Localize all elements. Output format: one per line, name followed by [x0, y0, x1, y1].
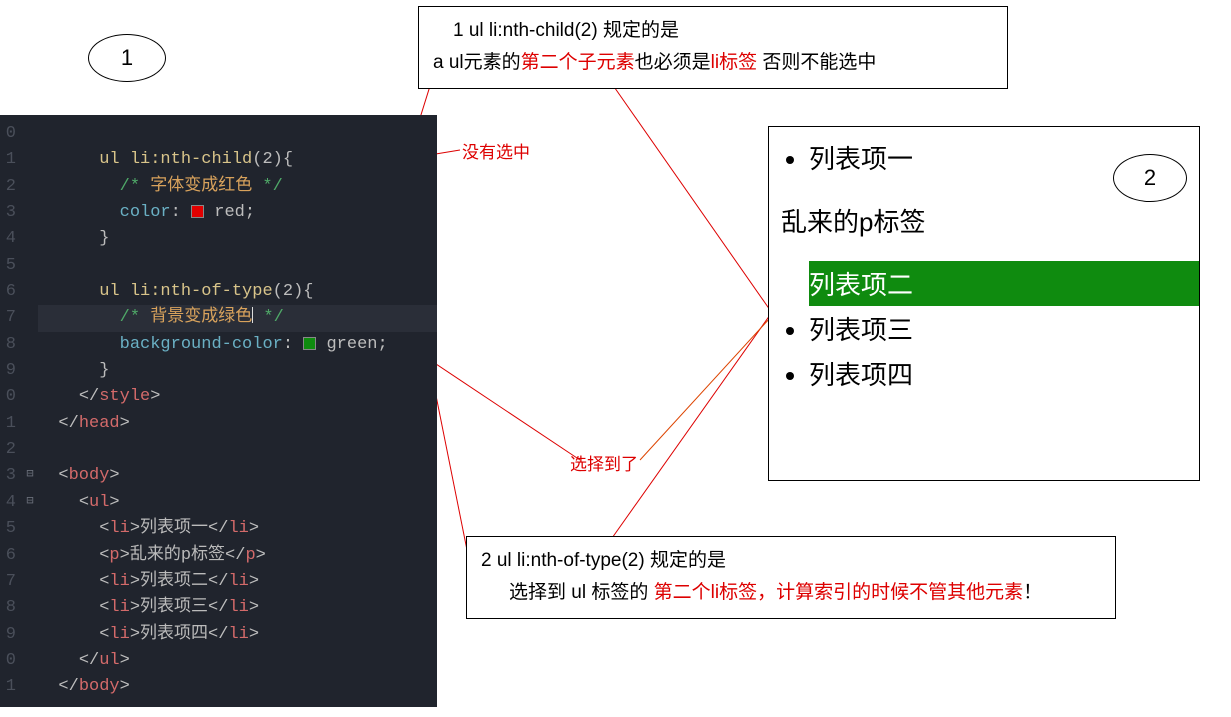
- note-bottom: 2 ul li:nth-of-type(2) 规定的是 选择到 ul 标签的 第…: [466, 536, 1116, 619]
- code-line: 8 <li>列表项三</li>: [0, 595, 437, 621]
- code-line: 1 ul li:nth-child(2){: [0, 147, 437, 173]
- code-line: 0 </style>: [0, 384, 437, 410]
- code-line: 9 }: [0, 358, 437, 384]
- code-line: 6 ul li:nth-of-type(2){: [0, 279, 437, 305]
- output-item-3: 列表项三: [809, 306, 1199, 351]
- output-p: 乱来的p标签: [781, 202, 1199, 239]
- badge-two: 2: [1113, 154, 1187, 202]
- code-line-active: 7 /* 背景变成绿色 */: [0, 305, 437, 331]
- note-top-line1: 1 ul li:nth-child(2) 规定的是: [433, 15, 993, 47]
- annotation-selected: 选择到了: [570, 450, 638, 475]
- annotation-not-selected: 没有选中: [462, 138, 530, 163]
- note-bottom-line2: 选择到 ul 标签的 第二个li标签，计算索引的时候不管其他元素！: [481, 577, 1101, 609]
- color-swatch-green: [303, 337, 316, 350]
- color-swatch-red: [191, 205, 204, 218]
- badge-one: 1: [88, 34, 166, 82]
- code-line: 2 /* 字体变成红色 */: [0, 174, 437, 200]
- badge-two-label: 2: [1144, 165, 1156, 191]
- output-item-2: 列表项二: [809, 261, 1199, 306]
- code-line: 1 </head>: [0, 411, 437, 437]
- code-line: 1 </body>: [0, 674, 437, 700]
- code-line: 0 </ul>: [0, 648, 437, 674]
- note-top-line2: a ul元素的第二个子元素也必须是li标签 否则不能选中: [433, 47, 993, 79]
- code-line: 3⊟ <body>: [0, 463, 437, 489]
- code-line: 6 <p>乱来的p标签</p>: [0, 543, 437, 569]
- output-list-cont: 列表项二 列表项三 列表项四: [769, 261, 1199, 396]
- code-line: 3 color: red;: [0, 200, 437, 226]
- code-line: 5 <li>列表项一</li>: [0, 516, 437, 542]
- code-line: 9 <li>列表项四</li>: [0, 622, 437, 648]
- note-bottom-line1: 2 ul li:nth-of-type(2) 规定的是: [481, 545, 1101, 577]
- output-item-4: 列表项四: [809, 351, 1199, 396]
- code-line: 7 <li>列表项二</li>: [0, 569, 437, 595]
- code-line: 8 background-color: green;: [0, 332, 437, 358]
- code-line: 4 }: [0, 226, 437, 252]
- code-editor[interactable]: 0 1 ul li:nth-child(2){ 2 /* 字体变成红色 */ 3…: [0, 115, 437, 707]
- note-top: 1 ul li:nth-child(2) 规定的是 a ul元素的第二个子元素也…: [418, 6, 1008, 89]
- code-line: 4⊟ <ul>: [0, 490, 437, 516]
- badge-one-label: 1: [121, 45, 133, 71]
